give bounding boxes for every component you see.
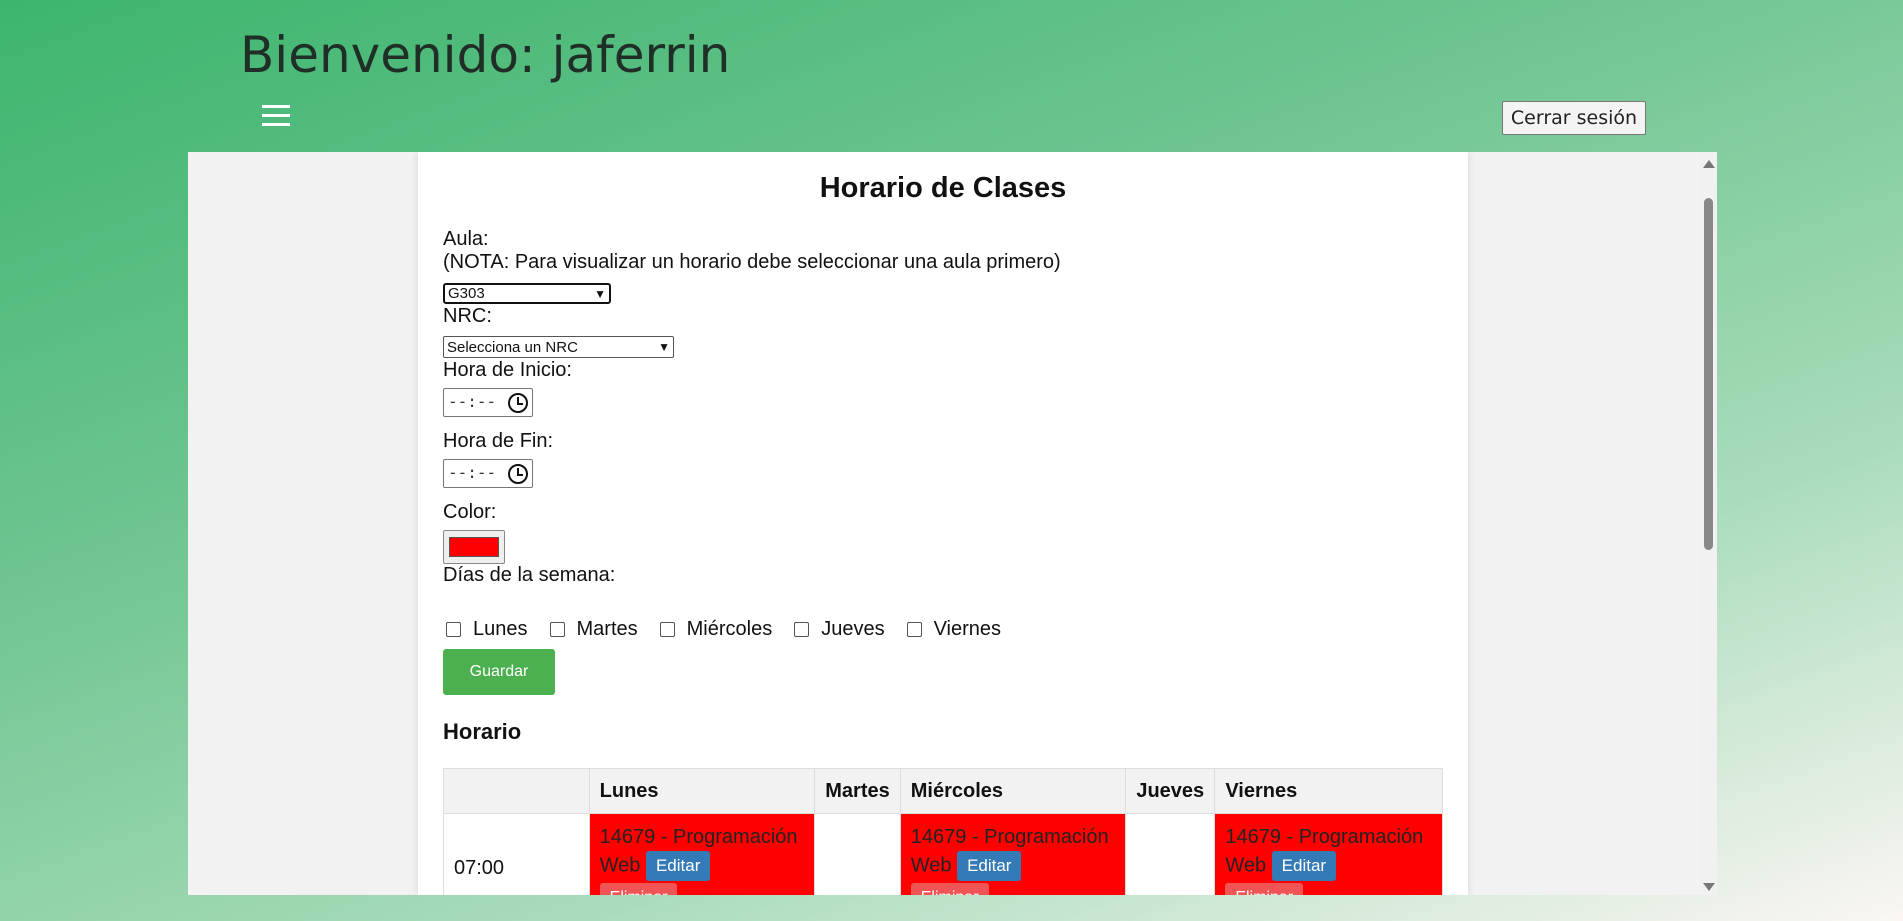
day-label: Viernes [933, 618, 1002, 640]
days-label: Días de la semana: [443, 564, 616, 586]
event-cell-miercoles: 14679 - Programación Web Editar Eliminar [899, 813, 1127, 895]
schedule-table: Lunes Martes Miércoles Jueves Viernes 07… [443, 768, 1443, 895]
end-time-value: --:-- [448, 463, 497, 482]
column-header-jueves: Jueves [1125, 768, 1216, 814]
day-label: Miércoles [686, 618, 773, 640]
day-checkbox[interactable] [906, 622, 922, 637]
aula-select[interactable]: G303 ▼ [443, 283, 611, 304]
aula-note: (NOTA: Para visualizar un horario debe s… [443, 251, 1061, 273]
day-option-jueves[interactable]: Jueves [794, 618, 885, 641]
day-label: Martes [576, 618, 638, 640]
schedule-card: Horario de Clases Aula: (NOTA: Para visu… [418, 152, 1468, 895]
delete-button[interactable]: Eliminar [1225, 883, 1304, 895]
schedule-section-title: Horario [443, 719, 522, 744]
nrc-label: NRC: [443, 305, 492, 327]
day-option-viernes[interactable]: Viernes [906, 618, 1002, 641]
column-header-time [443, 768, 590, 814]
start-time-label: Hora de Inicio: [443, 359, 572, 381]
save-button[interactable]: Guardar [443, 649, 555, 695]
page-title: Horario de Clases [819, 172, 1067, 204]
start-time-input[interactable]: --:-- [443, 388, 533, 417]
day-checkbox[interactable] [446, 622, 461, 637]
day-option-lunes[interactable]: Lunes [446, 618, 528, 641]
chevron-down-icon: ▼ [594, 286, 606, 301]
color-swatch [449, 537, 499, 557]
color-picker[interactable] [443, 530, 505, 564]
chevron-down-icon: ▼ [658, 340, 670, 354]
table-row: 07:00 14679 - Programación Web Editar El… [443, 813, 1443, 895]
table-header-row: Lunes Martes Miércoles Jueves Viernes [443, 768, 1443, 814]
day-checkbox[interactable] [549, 622, 565, 637]
end-time-label: Hora de Fin: [443, 430, 554, 452]
top-bar: Bienvenido: jaferrin Cerrar sesión [0, 0, 1903, 152]
row-time-cell: 07:00 [443, 813, 590, 895]
column-header-lunes: Lunes [588, 768, 816, 814]
welcome-heading: Bienvenido: jaferrin [240, 26, 731, 84]
aula-select-value: G303 [448, 285, 485, 302]
scroll-up-arrow-icon[interactable] [1703, 160, 1715, 168]
clock-icon[interactable] [508, 393, 528, 413]
event-cell-viernes: 14679 - Programación Web Editar Eliminar [1214, 813, 1443, 895]
start-time-value: --:-- [448, 392, 497, 411]
aula-label: Aula: [443, 228, 489, 250]
nrc-select-value: Selecciona un NRC [447, 338, 578, 356]
day-label: Lunes [473, 618, 528, 640]
end-time-input[interactable]: --:-- [443, 459, 533, 488]
day-checkbox[interactable] [659, 622, 675, 637]
logout-button[interactable]: Cerrar sesión [1502, 101, 1646, 135]
clock-icon[interactable] [508, 464, 528, 484]
column-header-miercoles: Miércoles [899, 768, 1127, 814]
column-header-martes: Martes [814, 768, 901, 814]
edit-button[interactable]: Editar [957, 851, 1022, 881]
vertical-scrollbar[interactable] [1700, 152, 1717, 895]
nrc-select[interactable]: Selecciona un NRC ▼ [443, 336, 674, 358]
day-option-miercoles[interactable]: Miércoles [659, 618, 773, 641]
scrollbar-thumb[interactable] [1704, 198, 1713, 550]
day-label: Jueves [821, 618, 885, 640]
delete-button[interactable]: Eliminar [910, 883, 989, 895]
days-checkbox-group: Lunes Martes Miércoles Jueves Viernes [446, 618, 1023, 641]
hamburger-menu-icon[interactable] [262, 105, 290, 129]
event-cell-lunes: 14679 - Programación Web Editar Eliminar [588, 813, 816, 895]
day-checkbox[interactable] [794, 622, 810, 637]
column-header-viernes: Viernes [1214, 768, 1443, 814]
day-option-martes[interactable]: Martes [549, 618, 638, 641]
empty-cell-jueves [1125, 813, 1216, 895]
edit-button[interactable]: Editar [1271, 851, 1337, 881]
empty-cell-martes [814, 813, 901, 895]
color-label: Color: [443, 501, 497, 523]
scroll-down-arrow-icon[interactable] [1703, 883, 1715, 891]
edit-button[interactable]: Editar [645, 851, 711, 881]
content-viewport: Horario de Clases Aula: (NOTA: Para visu… [188, 152, 1717, 895]
delete-button[interactable]: Eliminar [599, 883, 678, 895]
